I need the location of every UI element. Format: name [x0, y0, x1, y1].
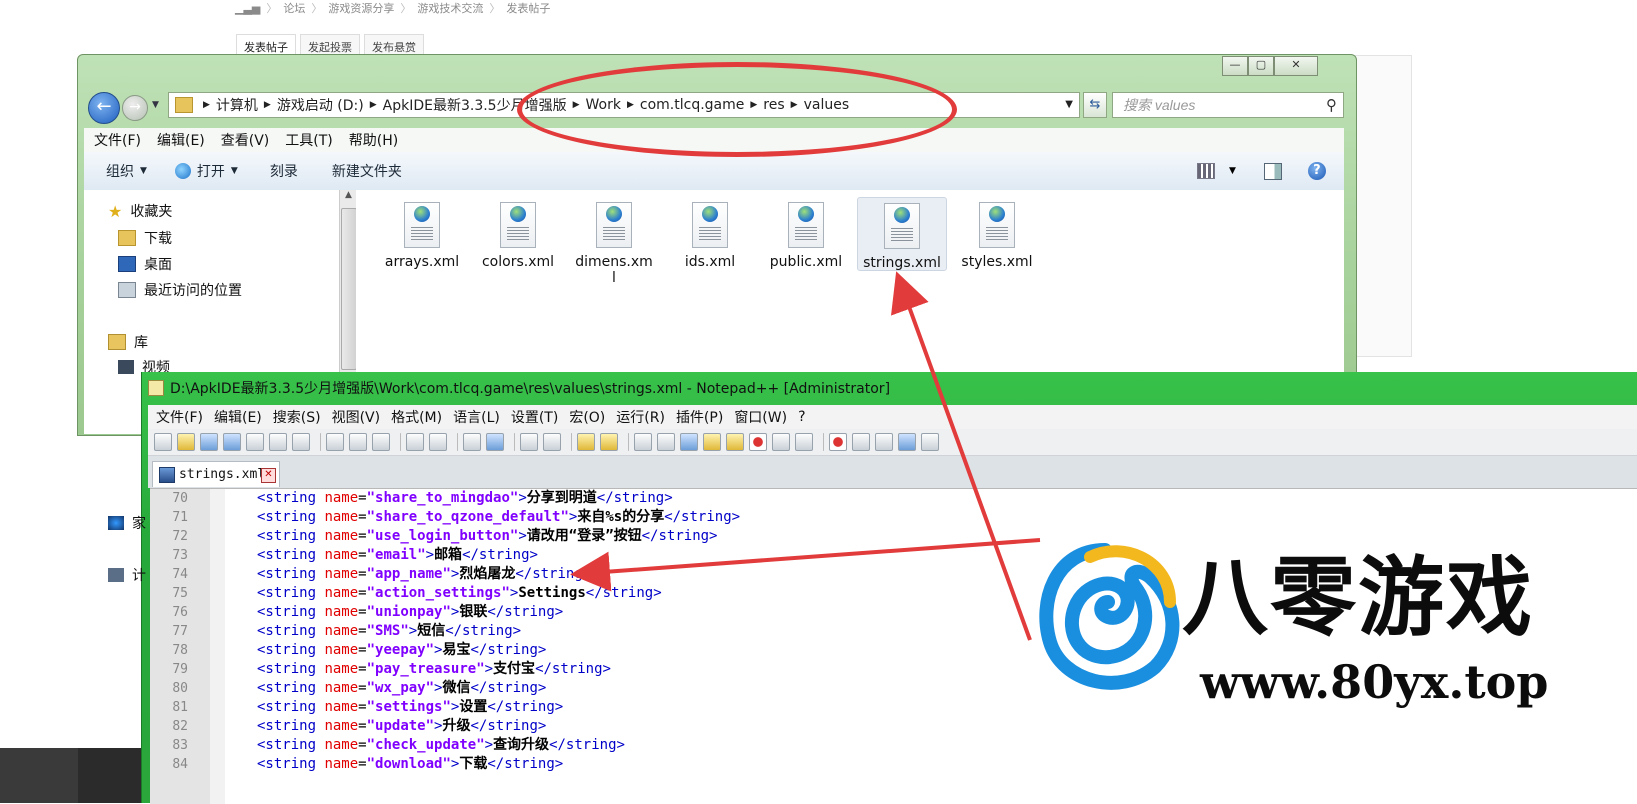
nav-computer[interactable]: 计	[108, 565, 146, 585]
homegroup-icon	[108, 516, 124, 530]
watermark-url: www.80yx.top	[1200, 655, 1549, 709]
nav-homegroup[interactable]: 家	[108, 513, 146, 533]
arrow-to-app-name	[570, 538, 1041, 592]
watermark-logo	[1033, 543, 1180, 697]
computer-icon	[108, 568, 124, 582]
nav-label: 家	[132, 516, 146, 532]
watermark-brand: 八零游戏	[1182, 548, 1534, 648]
arrow-to-strings-file	[891, 271, 1032, 641]
nav-label: 计	[132, 568, 146, 584]
